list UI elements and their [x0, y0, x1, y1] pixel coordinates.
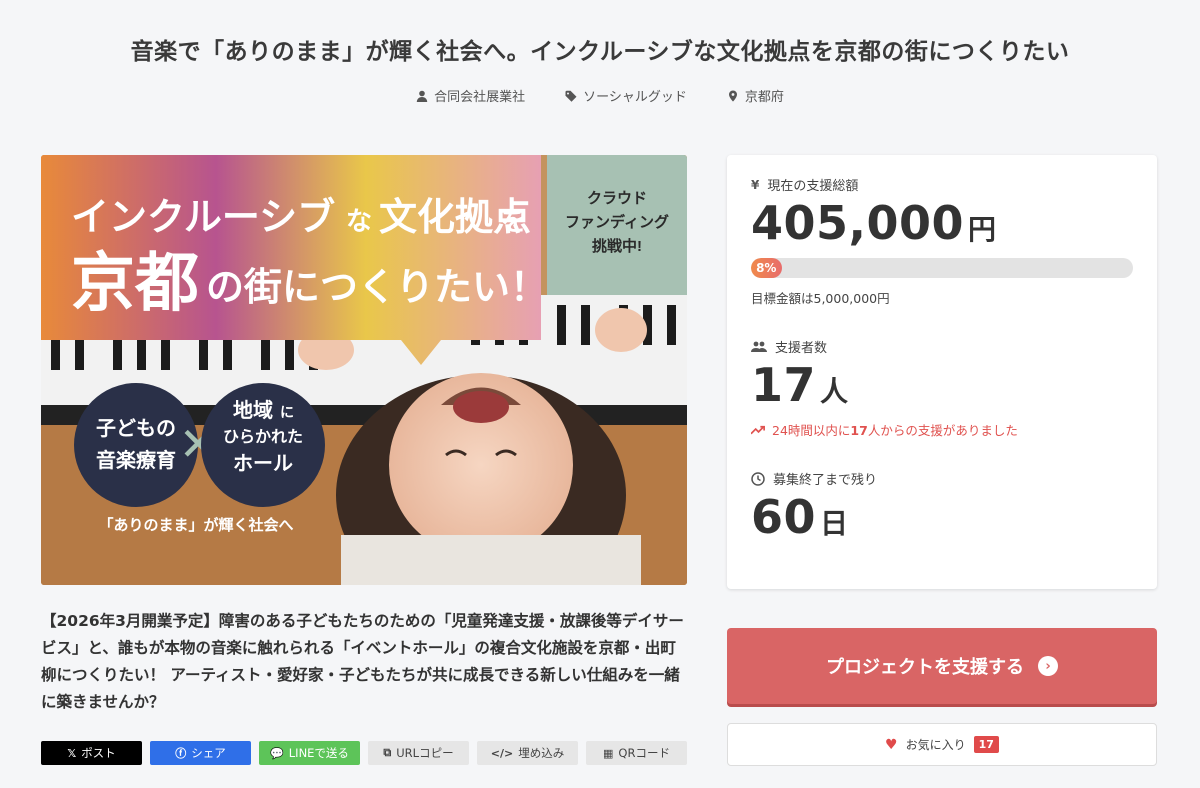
- backers-label-row: 支援者数: [751, 337, 1133, 356]
- remaining-label-row: 募集終了まで残り: [751, 469, 1133, 488]
- copy-icon: ⧉: [383, 746, 392, 759]
- circle2-line-1b: に: [280, 404, 294, 420]
- favorite-button[interactable]: ♥ お気に入り 17: [727, 723, 1157, 766]
- map-pin-icon: [728, 90, 737, 101]
- code-icon: </>: [490, 746, 514, 760]
- circle2-line-3: ホール: [233, 453, 293, 475]
- share-facebook-button[interactable]: ⓕ シェア: [150, 741, 251, 765]
- clock-icon: [751, 471, 765, 486]
- backers-value: 17 人: [751, 358, 849, 412]
- qr-code-button[interactable]: ▦ QRコード: [586, 741, 687, 765]
- goal-text: 目標金額は5,000,000円: [751, 291, 890, 306]
- user-icon: [416, 90, 428, 102]
- remaining-value: 60 日: [751, 490, 849, 544]
- hero-headline-2a: 京都: [71, 247, 199, 319]
- line-icon: 💬: [270, 746, 284, 760]
- owner-link[interactable]: 合同会社展業社: [416, 86, 525, 105]
- qr-icon: ▦: [603, 746, 614, 760]
- funding-progress-bar: 8%: [751, 258, 1133, 278]
- copy-url-button[interactable]: ⧉ URLコピー: [368, 741, 469, 765]
- share-x-button[interactable]: 𝕏 ポスト: [41, 741, 142, 765]
- badge-line-3: 挑戦中!: [592, 237, 642, 255]
- share-bar: 𝕏 ポスト ⓕ シェア 💬 LINEで送る ⧉ URLコピー </> 埋め込み …: [41, 741, 687, 765]
- hero-headline-1a: インクルーシブ: [71, 196, 335, 239]
- circle2-line-1: 地域: [233, 398, 273, 422]
- embed-button[interactable]: </> 埋め込み: [477, 741, 578, 765]
- project-description: 【2026年3月開業予定】障害のある子どもたちのための「児童発達支援・放課後等デ…: [41, 612, 684, 711]
- hero-tagline: 「ありのまま」が輝く社会へ: [98, 516, 293, 534]
- amount-value: 405,000 円: [751, 196, 997, 250]
- amount-label-row: ¥ 現在の支援総額: [751, 177, 859, 195]
- location-link[interactable]: 京都府: [727, 86, 784, 105]
- heart-icon: ♥: [885, 736, 898, 753]
- trending-up-icon: [751, 425, 765, 434]
- project-meta: 合同会社展業社 ソーシャルグッド 京都府: [0, 86, 1200, 105]
- recent-backers-trend: 24時間以内に17人からの支援がありました: [751, 420, 1133, 439]
- location-name: 京都府: [744, 90, 784, 105]
- stats-card: ¥ 現在の支援総額 405,000 円 8% 目標金額は5,000,000円 支…: [727, 155, 1157, 589]
- circle2-line-2: ひらかれた: [223, 428, 303, 446]
- hero-headline-1d: を: [501, 206, 527, 236]
- tag-icon: [565, 90, 577, 102]
- project-title: 音楽で「ありのまま」が輝く社会へ。インクルーシブな文化拠点を京都の街につくりたい: [130, 39, 1070, 65]
- x-logo-icon: 𝕏: [67, 746, 77, 760]
- category-name: ソーシャルグッド: [583, 90, 687, 105]
- hero-image: インクルーシブ な 文化拠点 を 京都 の街につくりたい！ クラウド ファンディ…: [41, 155, 687, 585]
- favorite-count-badge: 17: [973, 736, 999, 753]
- owner-name: 合同会社展業社: [434, 90, 526, 105]
- hero-headline-1b: な: [346, 206, 372, 236]
- users-icon: [751, 341, 767, 352]
- circle1-line-1: 子どもの: [96, 417, 176, 440]
- badge-line-2: ファンディング: [565, 213, 669, 231]
- circle1-line-2: 音楽療育: [96, 448, 176, 472]
- badge-line-1: クラウド: [587, 190, 647, 207]
- arrow-right-circle-icon: ›: [1038, 656, 1058, 676]
- hero-headline-2b: の街につくりたい！: [206, 267, 548, 309]
- progress-fill: 8%: [751, 258, 782, 278]
- share-line-button[interactable]: 💬 LINEで送る: [259, 741, 360, 765]
- category-link[interactable]: ソーシャルグッド: [565, 86, 687, 105]
- facebook-icon: ⓕ: [175, 747, 187, 760]
- support-project-button[interactable]: プロジェクトを支援する ›: [727, 628, 1157, 704]
- yen-icon: ¥: [751, 177, 760, 192]
